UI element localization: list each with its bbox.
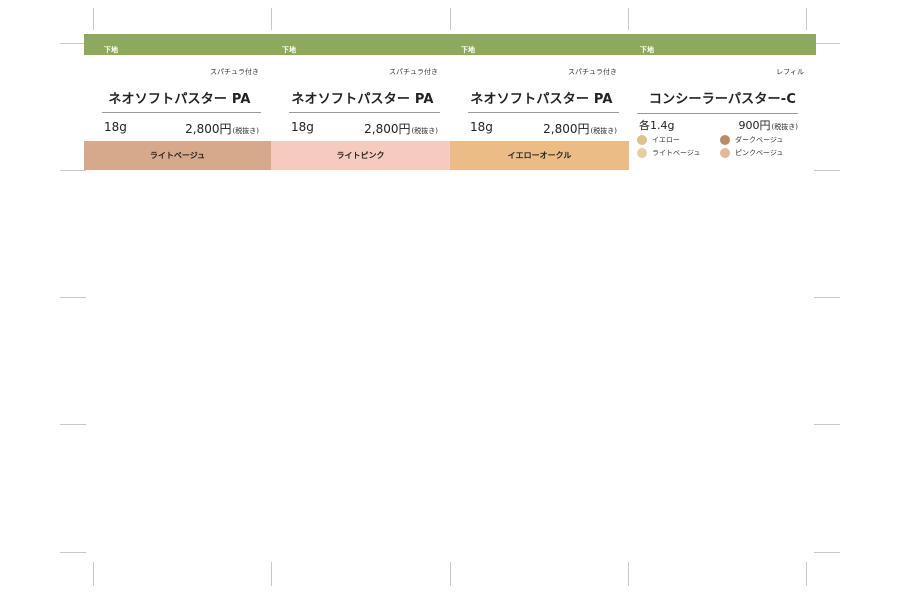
crop-mark — [60, 552, 86, 553]
crop-mark — [628, 562, 629, 586]
shade-item: ライトベージュ — [637, 148, 720, 158]
refill-card: レフィル コンシーラーパスター-C 各1.4g 900円(税抜き) イエロー ダ… — [629, 55, 816, 170]
tax-note: (税抜き) — [232, 127, 259, 135]
shade-dot — [720, 148, 730, 158]
category-label: 下地 — [640, 46, 654, 54]
category-label: 下地 — [104, 46, 118, 54]
product-weight: 18g — [470, 120, 493, 134]
shade-item: ダークベージュ — [720, 135, 803, 145]
crop-mark — [60, 424, 86, 425]
product-name: ネオソフトパスター PA — [108, 92, 251, 107]
accessory-note: スパチュラ付き — [210, 68, 259, 76]
shade-swatch: イエローオークル — [450, 141, 629, 170]
crop-mark — [814, 424, 840, 425]
shade-item: イエロー — [637, 135, 720, 145]
shade-swatch: ライトピンク — [271, 141, 450, 170]
crop-mark — [450, 562, 451, 586]
shade-item: ピンクベージュ — [720, 148, 803, 158]
product-name: ネオソフトパスター PA — [291, 92, 434, 107]
tax-note: (税抜き) — [771, 123, 798, 131]
product-card: スパチュラ付き ネオソフトパスター PA 18g 2,800円(税抜き) ライト… — [271, 55, 450, 170]
shade-label: ダークベージュ — [735, 136, 784, 144]
tax-note: (税抜き) — [411, 127, 438, 135]
crop-mark — [806, 8, 807, 30]
crop-mark — [271, 8, 272, 30]
product-weight: 18g — [104, 120, 127, 134]
product-card: スパチュラ付き ネオソフトパスター PA 18g 2,800円(税抜き) イエロ… — [450, 55, 629, 170]
crop-mark — [450, 8, 451, 30]
shade-label: ライトベージュ — [652, 149, 701, 157]
product-price: 2,800円(税抜き) — [185, 120, 259, 137]
product-card: スパチュラ付き ネオソフトパスター PA 18g 2,800円(税抜き) ライト… — [84, 55, 271, 170]
crop-mark — [60, 43, 86, 44]
product-weight: 18g — [291, 120, 314, 134]
product-name: ネオソフトパスター PA — [470, 92, 613, 107]
product-price: 2,800円(税抜き) — [364, 120, 438, 137]
price-value: 2,800円 — [185, 122, 232, 136]
price-value: 900円 — [738, 119, 771, 132]
category-header-bar — [84, 34, 816, 55]
crop-mark — [93, 8, 94, 30]
shade-dot — [637, 148, 647, 158]
crop-mark — [814, 170, 840, 171]
shade-dot — [720, 135, 730, 145]
shade-dot — [637, 135, 647, 145]
crop-mark — [814, 43, 840, 44]
shade-label: イエロー — [652, 136, 680, 144]
product-price: 2,800円(税抜き) — [543, 120, 617, 137]
crop-mark — [60, 170, 86, 171]
divider — [468, 112, 619, 113]
product-price: 900円(税抜き) — [739, 117, 798, 133]
price-value: 2,800円 — [364, 122, 411, 136]
category-label: 下地 — [461, 46, 475, 54]
price-card-sheet: 下地 下地 下地 下地 スパチュラ付き ネオソフトパスター PA 18g 2,8… — [84, 34, 816, 170]
refill-note: レフィル — [776, 68, 804, 76]
product-weight: 各1.4g — [639, 119, 675, 132]
accessory-note: スパチュラ付き — [568, 68, 617, 76]
crop-mark — [93, 562, 94, 586]
accessory-note: スパチュラ付き — [389, 68, 438, 76]
crop-mark — [60, 297, 86, 298]
shade-list: イエロー ダークベージュ ライトベージュ ピンクベージュ — [637, 135, 807, 158]
category-label: 下地 — [282, 46, 296, 54]
tax-note: (税抜き) — [590, 127, 617, 135]
shade-swatch: ライトベージュ — [84, 141, 271, 170]
crop-mark — [814, 297, 840, 298]
divider — [289, 112, 440, 113]
product-name: コンシーラーパスター-C — [648, 92, 797, 107]
crop-mark — [271, 562, 272, 586]
crop-mark — [814, 552, 840, 553]
crop-mark — [806, 562, 807, 586]
divider — [637, 113, 798, 114]
shade-label: ピンクベージュ — [735, 149, 784, 157]
price-value: 2,800円 — [543, 122, 590, 136]
divider — [102, 112, 261, 113]
crop-mark — [628, 8, 629, 30]
